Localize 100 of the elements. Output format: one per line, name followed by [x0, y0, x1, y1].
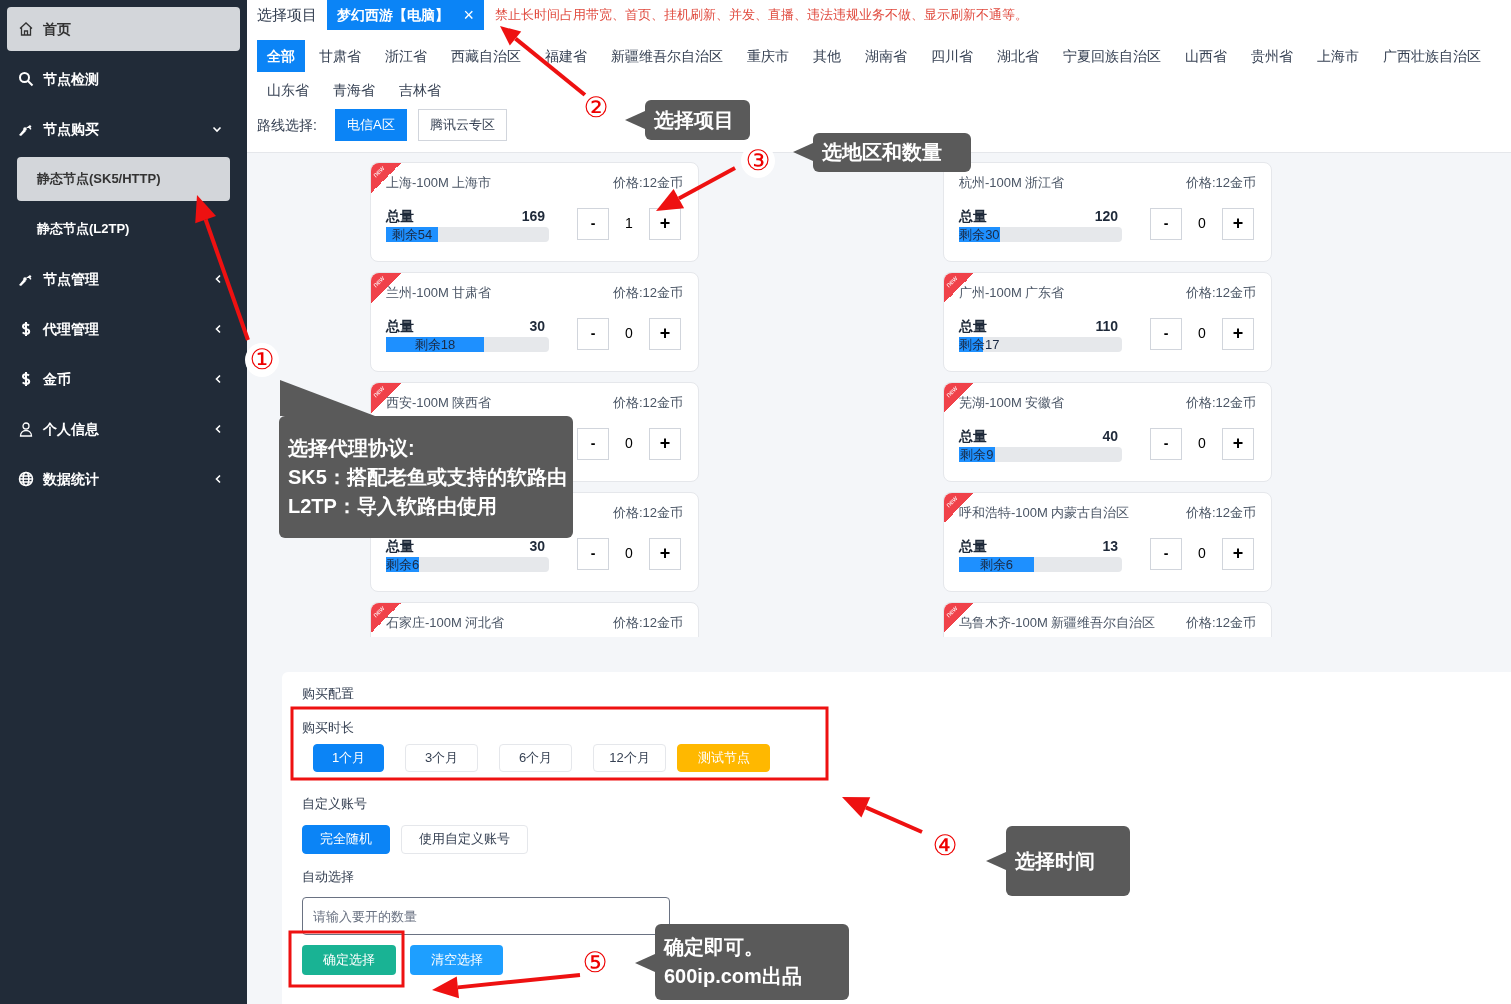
- globe-icon: [18, 471, 34, 487]
- remaining-label: 剩余18: [413, 337, 457, 352]
- region-tab[interactable]: 湖南省: [855, 40, 917, 72]
- menu-item[interactable]: 节点购买: [7, 107, 240, 151]
- region-tab[interactable]: 浙江省: [375, 40, 437, 72]
- duration-option[interactable]: 3个月: [405, 744, 478, 772]
- project-tab[interactable]: 梦幻西游【电脑】 ×: [327, 0, 484, 30]
- node-price: 价格:12金币: [612, 284, 683, 303]
- node-price: 价格:12金币: [1185, 504, 1256, 523]
- menu-item[interactable]: 金币: [7, 357, 240, 401]
- region-tab[interactable]: 甘肃省: [309, 40, 371, 72]
- chevron-left-icon: [214, 424, 222, 434]
- increment-button[interactable]: +: [649, 537, 681, 570]
- decrement-button[interactable]: -: [577, 317, 609, 350]
- region-tab[interactable]: 广西壮族自治区: [1373, 40, 1491, 72]
- region-tab[interactable]: 全部: [257, 40, 305, 72]
- account-option[interactable]: 完全随机: [302, 824, 390, 854]
- decrement-button[interactable]: -: [1150, 427, 1182, 460]
- field-label: 路线选择:: [257, 115, 317, 135]
- region-tab[interactable]: 新疆维吾尔自治区: [601, 40, 733, 72]
- region-tab[interactable]: 贵州省: [1241, 40, 1303, 72]
- total-label: 总量: [959, 206, 987, 226]
- region-tab[interactable]: 山东省: [257, 74, 319, 106]
- quantity-input[interactable]: 请输入要开的数量: [302, 897, 670, 935]
- region-tab[interactable]: 四川省: [921, 40, 983, 72]
- quantity-value: 0: [624, 434, 634, 453]
- increment-button[interactable]: +: [1222, 317, 1254, 350]
- decrement-button[interactable]: -: [1150, 207, 1182, 240]
- chevron-left-icon: [214, 474, 222, 484]
- close-icon[interactable]: ×: [463, 1, 474, 29]
- remaining-label: 剩余54: [390, 227, 434, 242]
- menu-item[interactable]: 节点管理: [7, 257, 240, 301]
- node-title: 上海-100M 上海市: [386, 174, 492, 193]
- node-price: 价格:12金币: [1185, 174, 1256, 193]
- menu-item[interactable]: 代理管理: [7, 307, 240, 351]
- node-title: 呼和浩特-100M 内蒙古自治区: [959, 504, 1130, 523]
- region-tab[interactable]: 青海省: [323, 74, 385, 106]
- region-tab[interactable]: 湖北省: [987, 40, 1049, 72]
- field-label: 自动选择: [302, 867, 355, 886]
- node-price: 价格:12金币: [1185, 284, 1256, 303]
- decrement-button[interactable]: -: [577, 537, 609, 570]
- duration-option[interactable]: 6个月: [499, 744, 572, 772]
- total-value: 40: [1102, 426, 1118, 446]
- region-tab[interactable]: 福建省: [535, 40, 597, 72]
- duration-option[interactable]: 12个月: [593, 744, 666, 772]
- submenu-item[interactable]: 静态节点(SK5/HTTP): [17, 157, 230, 201]
- total-label: 总量: [959, 536, 987, 556]
- account-option[interactable]: 使用自定义账号: [401, 824, 528, 854]
- field-label: 自定义账号: [302, 795, 368, 813]
- remaining-label: 剩余6: [978, 557, 1015, 572]
- home-icon: [18, 21, 34, 37]
- increment-button[interactable]: +: [1222, 427, 1254, 460]
- route-option[interactable]: 腾讯云专区: [417, 109, 507, 141]
- region-tab[interactable]: 上海市: [1307, 40, 1369, 72]
- total-value: 13: [1102, 536, 1118, 556]
- node-price: 价格:12金币: [612, 394, 683, 413]
- increment-button[interactable]: +: [649, 427, 681, 460]
- node-title: 石家庄-100M 河北省: [386, 614, 505, 633]
- quantity-value: 0: [1197, 544, 1207, 563]
- node-title: 乌鲁木齐-100M 新疆维吾尔自治区: [959, 614, 1156, 633]
- increment-button[interactable]: +: [1222, 537, 1254, 570]
- region-tab[interactable]: 西藏自治区: [441, 40, 531, 72]
- decrement-button[interactable]: -: [577, 207, 609, 240]
- total-label: 总量: [386, 316, 414, 336]
- remaining-label: 剩余9: [959, 447, 995, 462]
- callout: 确定即可。 600ip.com出品: [655, 924, 849, 1000]
- decrement-button[interactable]: -: [577, 427, 609, 460]
- increment-button[interactable]: +: [649, 317, 681, 350]
- quantity-value: 0: [624, 544, 634, 563]
- total-label: 总量: [959, 316, 987, 336]
- menu-item[interactable]: 个人信息: [7, 407, 240, 451]
- route-option[interactable]: 电信A区: [334, 109, 407, 141]
- menu-item[interactable]: 数据统计: [7, 457, 240, 501]
- region-tab[interactable]: 宁夏回族自治区: [1053, 40, 1171, 72]
- quantity-value: 0: [1197, 214, 1207, 233]
- region-tab[interactable]: 重庆市: [737, 40, 799, 72]
- total-value: 110: [1095, 316, 1118, 336]
- chevron-left-icon: [214, 274, 222, 284]
- chevron-left-icon: [214, 324, 222, 334]
- region-tab[interactable]: 山西省: [1175, 40, 1237, 72]
- chevron-left-icon: [214, 374, 222, 384]
- step-number: ①: [245, 343, 279, 377]
- decrement-button[interactable]: -: [1150, 537, 1182, 570]
- region-tab[interactable]: 吉林省: [389, 74, 451, 106]
- total-value: 30: [529, 536, 545, 556]
- node-price: 价格:12金币: [612, 174, 683, 193]
- total-label: 总量: [959, 426, 987, 446]
- submenu-item[interactable]: 静态节点(L2TP): [17, 207, 230, 251]
- duration-option[interactable]: 1个月: [313, 744, 384, 772]
- field-label: 选择项目: [257, 4, 317, 25]
- search-icon: [18, 71, 34, 87]
- node-title: 西安-100M 陕西省: [386, 394, 492, 413]
- increment-button[interactable]: +: [1222, 207, 1254, 240]
- total-value: 169: [521, 206, 545, 226]
- node-title: 杭州-100M 浙江省: [959, 174, 1065, 193]
- callout: 选择项目: [645, 100, 750, 140]
- region-tab[interactable]: 其他: [803, 40, 851, 72]
- menu-item[interactable]: 节点检测: [7, 57, 240, 101]
- menu-item[interactable]: 首页: [7, 7, 240, 51]
- decrement-button[interactable]: -: [1150, 317, 1182, 350]
